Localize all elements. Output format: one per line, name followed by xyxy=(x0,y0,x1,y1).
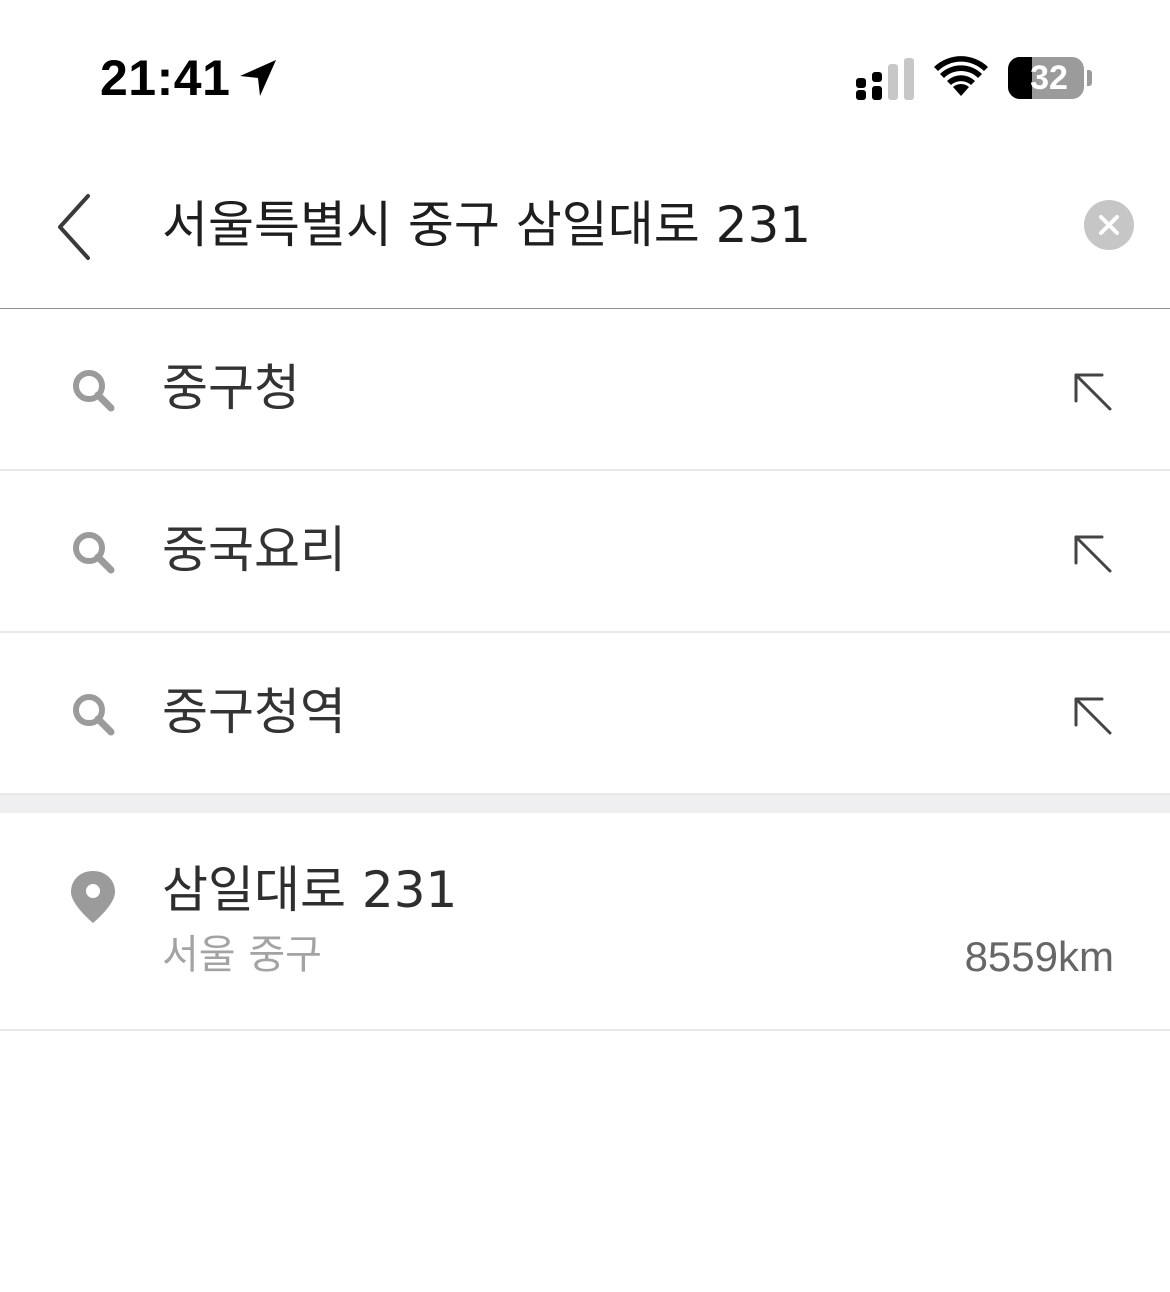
fill-arrow-icon[interactable] xyxy=(1068,691,1116,739)
battery-cap xyxy=(1087,70,1092,86)
suggestion-item[interactable]: 중구청역 xyxy=(0,633,1170,795)
place-distance: 8559km xyxy=(964,933,1114,980)
suggestion-text: 중구청역 xyxy=(162,683,346,741)
suggestion-item[interactable]: 중구청 xyxy=(0,309,1170,471)
status-bar: 21:41 32 xyxy=(0,0,1170,150)
place-region: 서울 중구 xyxy=(162,932,322,978)
battery-level: 32 xyxy=(1030,59,1068,97)
wifi-icon xyxy=(934,56,988,96)
clear-search-button[interactable] xyxy=(1084,200,1134,250)
suggestion-item[interactable]: 중국요리 xyxy=(0,471,1170,633)
search-input[interactable] xyxy=(162,190,1042,260)
search-icon xyxy=(73,532,115,574)
cellular-signal-icon xyxy=(856,58,914,100)
suggestion-list: 중구청 중국요리 중구청역 xyxy=(0,309,1170,795)
place-result-item[interactable]: 삼일대로 231 서울 중구 8559km xyxy=(0,813,1170,1031)
location-pin-icon xyxy=(71,871,115,923)
location-arrow-icon xyxy=(240,60,276,96)
chevron-left-icon xyxy=(58,194,90,260)
place-name: 삼일대로 231 xyxy=(162,861,458,919)
clear-circle-icon xyxy=(1099,215,1119,235)
search-icon xyxy=(73,694,115,736)
suggestion-text: 중국요리 xyxy=(162,521,346,579)
fill-arrow-icon[interactable] xyxy=(1068,367,1116,415)
section-divider xyxy=(0,795,1170,813)
search-header xyxy=(0,150,1170,309)
suggestion-text: 중구청 xyxy=(162,359,300,417)
status-time: 21:41 xyxy=(100,50,231,106)
fill-arrow-icon[interactable] xyxy=(1068,529,1116,577)
search-icon xyxy=(73,370,115,412)
back-button[interactable] xyxy=(40,188,110,266)
battery-icon: 32 xyxy=(1008,57,1084,99)
